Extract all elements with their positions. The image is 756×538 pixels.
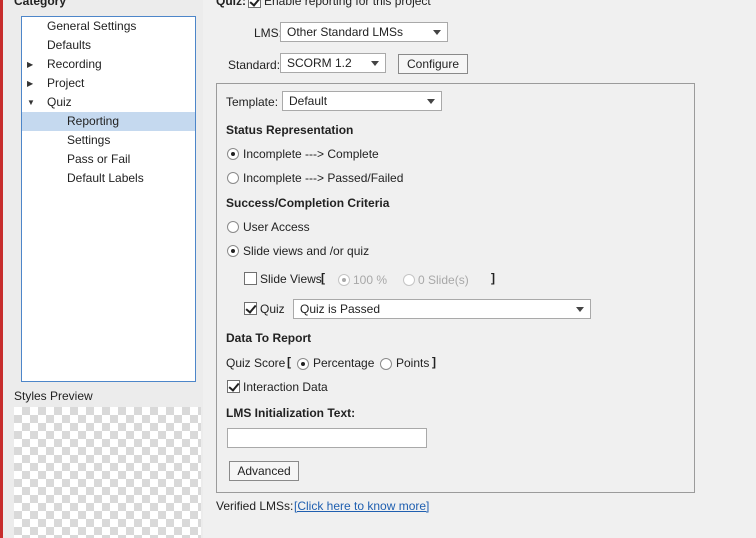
enable-reporting-label: Enable reporting for this project bbox=[264, 0, 431, 8]
success-criteria-heading: Success/Completion Criteria bbox=[226, 196, 390, 210]
lms-init-text-input[interactable] bbox=[227, 428, 427, 448]
styles-preview-label: Styles Preview bbox=[14, 389, 93, 403]
slide-views-slides-label: 0 Slide(s) bbox=[418, 273, 469, 287]
slide-views-quiz-radio[interactable] bbox=[227, 245, 239, 257]
lms-dropdown[interactable]: Other Standard LMSs bbox=[280, 22, 448, 42]
slide-views-slides-radio[interactable] bbox=[403, 274, 415, 286]
user-access-radio[interactable] bbox=[227, 221, 239, 233]
status-complete-label: Incomplete ---> Complete bbox=[243, 147, 379, 161]
tree-item-label: General Settings bbox=[47, 19, 137, 33]
status-passed-failed-label: Incomplete ---> Passed/Failed bbox=[243, 171, 404, 185]
points-label: Points bbox=[396, 356, 430, 370]
slide-views-quiz-label: Slide views and /or quiz bbox=[243, 244, 370, 258]
slide-views-percent-label: 100 % bbox=[353, 273, 388, 287]
tree-item-default-labels[interactable]: Default Labels bbox=[22, 169, 195, 188]
quiz-criteria-dropdown[interactable]: Quiz is Passed bbox=[293, 299, 591, 319]
know-more-link[interactable]: [Click here to know more] bbox=[294, 499, 429, 513]
quiz-criteria-value: Quiz is Passed bbox=[300, 302, 381, 316]
slide-views-bracket-close: ] bbox=[491, 271, 495, 285]
percentage-radio[interactable] bbox=[297, 358, 309, 370]
standard-dropdown-value: SCORM 1.2 bbox=[287, 56, 352, 70]
verified-lms-label: Verified LMSs: bbox=[216, 499, 294, 513]
tree-item-recording[interactable]: ▶ Recording bbox=[22, 55, 195, 74]
status-complete-radio[interactable] bbox=[227, 148, 239, 160]
tree-item-pass-or-fail[interactable]: Pass or Fail bbox=[22, 150, 195, 169]
slide-views-label: Slide Views bbox=[260, 272, 322, 286]
window-edge bbox=[0, 0, 3, 538]
quiz-label: Quiz: bbox=[216, 0, 246, 8]
standard-label: Standard: bbox=[228, 58, 281, 72]
lms-label: LMS: bbox=[254, 26, 283, 40]
advanced-button[interactable]: Advanced bbox=[229, 461, 299, 481]
status-passed-failed-radio[interactable] bbox=[227, 172, 239, 184]
tree-item-reporting[interactable]: Reporting bbox=[22, 112, 195, 131]
lms-dropdown-value: Other Standard LMSs bbox=[287, 25, 404, 39]
quiz-criteria-label: Quiz bbox=[260, 302, 285, 316]
configure-button[interactable]: Configure bbox=[398, 54, 468, 74]
tree-item-label: Defaults bbox=[47, 38, 92, 52]
slide-views-checkbox[interactable] bbox=[244, 272, 257, 285]
tree-item-label: Recording bbox=[47, 57, 102, 71]
interaction-data-label: Interaction Data bbox=[243, 380, 328, 394]
template-dropdown[interactable]: Default bbox=[282, 91, 442, 111]
category-tree[interactable]: General Settings Defaults ▶ Recording ▶ … bbox=[21, 16, 196, 382]
template-label: Template: bbox=[226, 95, 279, 109]
slide-views-bracket-open: [ bbox=[321, 271, 325, 285]
slide-views-percent-radio[interactable] bbox=[338, 274, 350, 286]
tree-item-label: Pass or Fail bbox=[67, 152, 131, 166]
standard-dropdown[interactable]: SCORM 1.2 bbox=[280, 53, 386, 73]
tree-item-settings[interactable]: Settings bbox=[22, 131, 195, 150]
template-dropdown-value: Default bbox=[289, 94, 328, 108]
dropdown-arrow-icon bbox=[576, 307, 584, 312]
category-header: Category bbox=[14, 0, 67, 8]
dropdown-arrow-icon bbox=[371, 61, 379, 66]
tree-item-general-settings[interactable]: General Settings bbox=[22, 17, 195, 36]
expand-arrow-icon[interactable]: ▶ bbox=[27, 55, 33, 74]
user-access-label: User Access bbox=[243, 220, 310, 234]
dropdown-arrow-icon bbox=[433, 30, 441, 35]
tree-item-defaults[interactable]: Defaults bbox=[22, 36, 195, 55]
enable-reporting-checkbox[interactable] bbox=[248, 0, 261, 8]
expand-arrow-icon[interactable]: ▶ bbox=[27, 74, 33, 93]
tree-item-label: Reporting bbox=[67, 114, 120, 128]
quiz-score-bracket-open: [ bbox=[287, 355, 291, 369]
status-representation-heading: Status Representation bbox=[226, 123, 354, 137]
data-to-report-heading: Data To Report bbox=[226, 331, 312, 345]
collapse-arrow-icon[interactable]: ▼ bbox=[27, 93, 35, 112]
lms-init-heading: LMS Initialization Text: bbox=[226, 406, 356, 420]
quiz-score-label: Quiz Score bbox=[226, 356, 286, 370]
quiz-score-bracket-close: ] bbox=[432, 355, 436, 369]
styles-preview-canvas bbox=[14, 407, 201, 538]
tree-item-label: Quiz bbox=[47, 95, 72, 109]
interaction-data-checkbox[interactable] bbox=[227, 380, 240, 393]
tree-item-label: Project bbox=[47, 76, 85, 90]
tree-item-label: Default Labels bbox=[67, 171, 144, 185]
tree-item-project[interactable]: ▶ Project bbox=[22, 74, 195, 93]
points-radio[interactable] bbox=[380, 358, 392, 370]
dropdown-arrow-icon bbox=[427, 99, 435, 104]
tree-item-quiz[interactable]: ▼ Quiz bbox=[22, 93, 195, 112]
tree-item-label: Settings bbox=[67, 133, 111, 147]
quiz-criteria-checkbox[interactable] bbox=[244, 302, 257, 315]
percentage-label: Percentage bbox=[313, 356, 375, 370]
